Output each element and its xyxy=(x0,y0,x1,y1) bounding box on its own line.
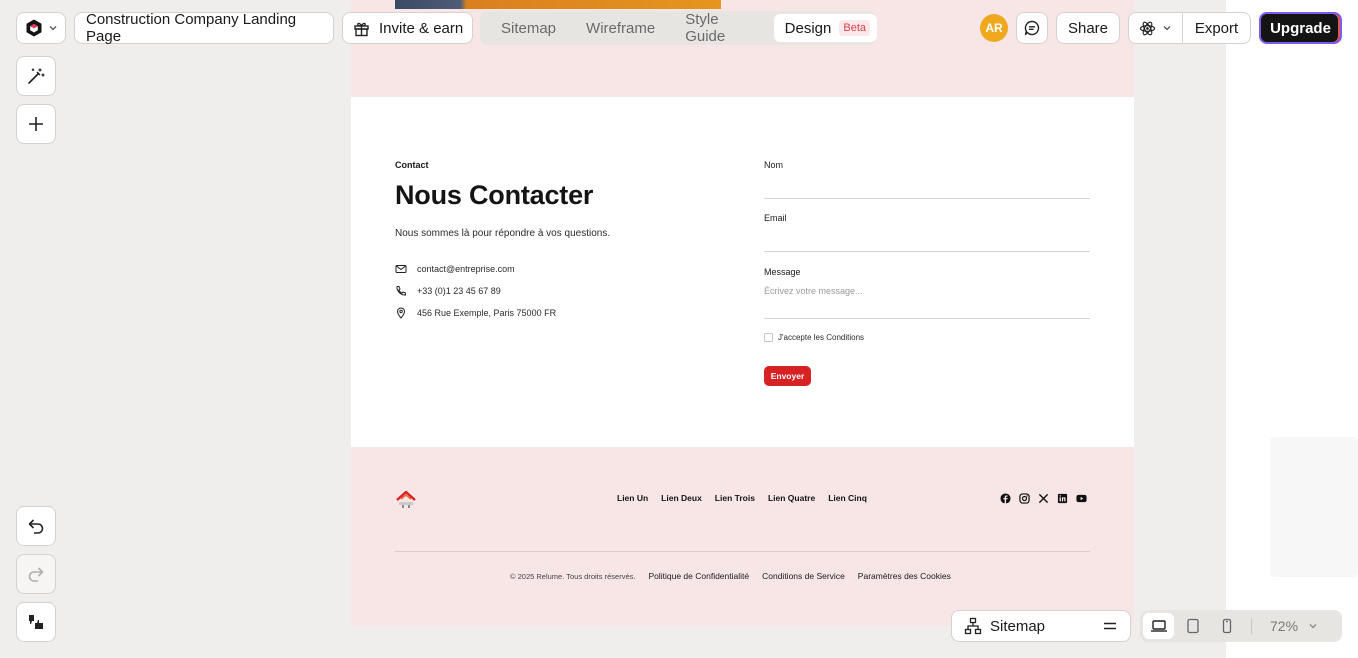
tab-design-label: Design xyxy=(784,19,832,37)
name-underline xyxy=(764,198,1090,199)
tab-design[interactable]: Design Beta xyxy=(773,14,877,42)
undo-button[interactable] xyxy=(16,506,56,546)
design-canvas[interactable]: Contact Nous Contacter Nous sommes là po… xyxy=(351,0,1134,626)
contact-heading: Nous Contacter xyxy=(395,180,594,210)
feedback-button[interactable] xyxy=(16,602,56,642)
sitemap-icon xyxy=(964,617,982,635)
thumbs-feedback-icon xyxy=(29,615,43,629)
panel-placeholder xyxy=(1270,437,1358,577)
footer-link[interactable]: Lien Quatre xyxy=(768,493,815,503)
invite-label: Invite & earn xyxy=(379,19,464,37)
sitemap-panel-toggle[interactable]: Sitemap xyxy=(951,610,1131,642)
tablet-view-button[interactable] xyxy=(1177,613,1208,639)
location-pin-icon xyxy=(396,307,406,319)
mail-icon xyxy=(395,265,407,273)
export-button[interactable]: Export xyxy=(1183,13,1250,43)
mobile-view-button[interactable] xyxy=(1211,613,1242,639)
mobile-icon xyxy=(1222,618,1231,634)
accept-label: J'accepte les Conditions xyxy=(778,333,865,342)
contact-phone[interactable]: +33 (0)1 23 45 67 89 xyxy=(417,286,501,296)
footer-link[interactable]: Lien Trois xyxy=(715,493,755,503)
footer: Lien Un Lien Deux Lien Trois Lien Quatre… xyxy=(351,447,1134,626)
footer-link[interactable]: Lien Deux xyxy=(661,493,702,503)
redo-icon xyxy=(28,567,44,582)
message-label: Message xyxy=(764,267,801,277)
beta-badge: Beta xyxy=(839,20,870,36)
tablet-icon xyxy=(1186,618,1199,634)
app-logo-icon xyxy=(26,19,42,37)
message-field[interactable] xyxy=(764,283,1090,319)
upgrade-button[interactable]: Upgrade xyxy=(1259,12,1342,44)
framework-select[interactable] xyxy=(1129,13,1183,43)
email-field[interactable] xyxy=(764,230,1090,250)
tab-style-guide[interactable]: Style Guide xyxy=(670,11,770,45)
sitemap-label: Sitemap xyxy=(990,617,1046,635)
share-button[interactable]: Share xyxy=(1056,12,1120,44)
send-button[interactable]: Envoyer xyxy=(764,366,811,386)
youtube-icon[interactable] xyxy=(1076,493,1087,504)
device-switcher: 72% xyxy=(1140,610,1342,642)
linkedin-icon[interactable] xyxy=(1057,493,1068,504)
company-logo-icon[interactable] xyxy=(395,490,417,508)
terms-link[interactable]: Conditions de Service xyxy=(762,571,845,581)
contact-address: 456 Rue Exemple, Paris 75000 FR xyxy=(417,308,557,318)
chevron-down-icon xyxy=(49,26,57,31)
social-links xyxy=(1000,493,1087,504)
ai-edit-tool[interactable] xyxy=(16,56,56,96)
gift-icon xyxy=(354,22,369,36)
add-tool[interactable] xyxy=(16,104,56,144)
undo-icon xyxy=(28,519,44,534)
comments-button[interactable] xyxy=(1016,12,1048,44)
laptop-icon xyxy=(1150,620,1167,632)
footer-link[interactable]: Lien Un xyxy=(617,493,648,503)
avatar[interactable]: AR xyxy=(980,14,1008,42)
tab-sitemap[interactable]: Sitemap xyxy=(486,14,571,42)
accept-terms[interactable]: J'accepte les Conditions xyxy=(764,333,864,342)
hero-image xyxy=(395,0,721,9)
name-field[interactable] xyxy=(764,177,1090,197)
contact-description: Nous sommes là pour répondre à vos quest… xyxy=(395,228,611,239)
privacy-link[interactable]: Politique de Confidentialité xyxy=(648,571,749,581)
footer-nav: Lien Un Lien Deux Lien Trois Lien Quatre… xyxy=(617,493,867,503)
mode-tabs: Sitemap Wireframe Style Guide Design Bet… xyxy=(480,11,877,45)
name-label: Nom xyxy=(764,160,784,170)
project-title[interactable]: Construction Company Landing Page xyxy=(74,11,334,45)
accept-checkbox[interactable] xyxy=(764,333,773,342)
contact-address-row: 456 Rue Exemple, Paris 75000 FR xyxy=(395,307,556,319)
zoom-level: 72% xyxy=(1270,618,1299,634)
project-menu-button[interactable] xyxy=(16,12,66,44)
tab-wireframe[interactable]: Wireframe xyxy=(571,14,670,42)
magic-wand-icon xyxy=(28,68,45,84)
contact-phone-row: +33 (0)1 23 45 67 89 xyxy=(395,285,501,297)
contact-email[interactable]: contact@entreprise.com xyxy=(417,264,515,274)
cookies-link[interactable]: Paramètres des Cookies xyxy=(858,571,951,581)
facebook-icon[interactable] xyxy=(1000,493,1011,504)
chevron-down-icon xyxy=(1309,624,1317,629)
instagram-icon[interactable] xyxy=(1019,493,1030,504)
x-icon[interactable] xyxy=(1038,493,1049,504)
desktop-view-button[interactable] xyxy=(1143,613,1174,639)
contact-tagline: Contact xyxy=(395,160,429,170)
export-group: Export xyxy=(1128,12,1251,44)
chat-bubble-icon xyxy=(1024,20,1040,36)
right-panel xyxy=(1226,0,1358,658)
footer-link[interactable]: Lien Cinq xyxy=(828,493,867,503)
footer-legal: © 2025 Relume. Tous droits réservés. Pol… xyxy=(510,571,951,581)
chevron-down-icon xyxy=(1163,26,1171,31)
redo-button[interactable] xyxy=(16,554,56,594)
zoom-select[interactable]: 72% xyxy=(1270,618,1318,634)
react-atom-icon xyxy=(1139,21,1156,35)
phone-icon xyxy=(396,286,406,296)
invite-button[interactable]: Invite & earn xyxy=(342,12,473,44)
email-label: Email xyxy=(764,213,787,223)
contact-email-row: contact@entreprise.com xyxy=(395,263,515,275)
menu-icon xyxy=(1104,622,1116,630)
email-underline xyxy=(764,251,1090,252)
copyright: © 2025 Relume. Tous droits réservés. xyxy=(510,571,636,581)
footer-divider xyxy=(395,551,1090,552)
divider xyxy=(1251,618,1252,634)
plus-icon xyxy=(29,117,43,131)
